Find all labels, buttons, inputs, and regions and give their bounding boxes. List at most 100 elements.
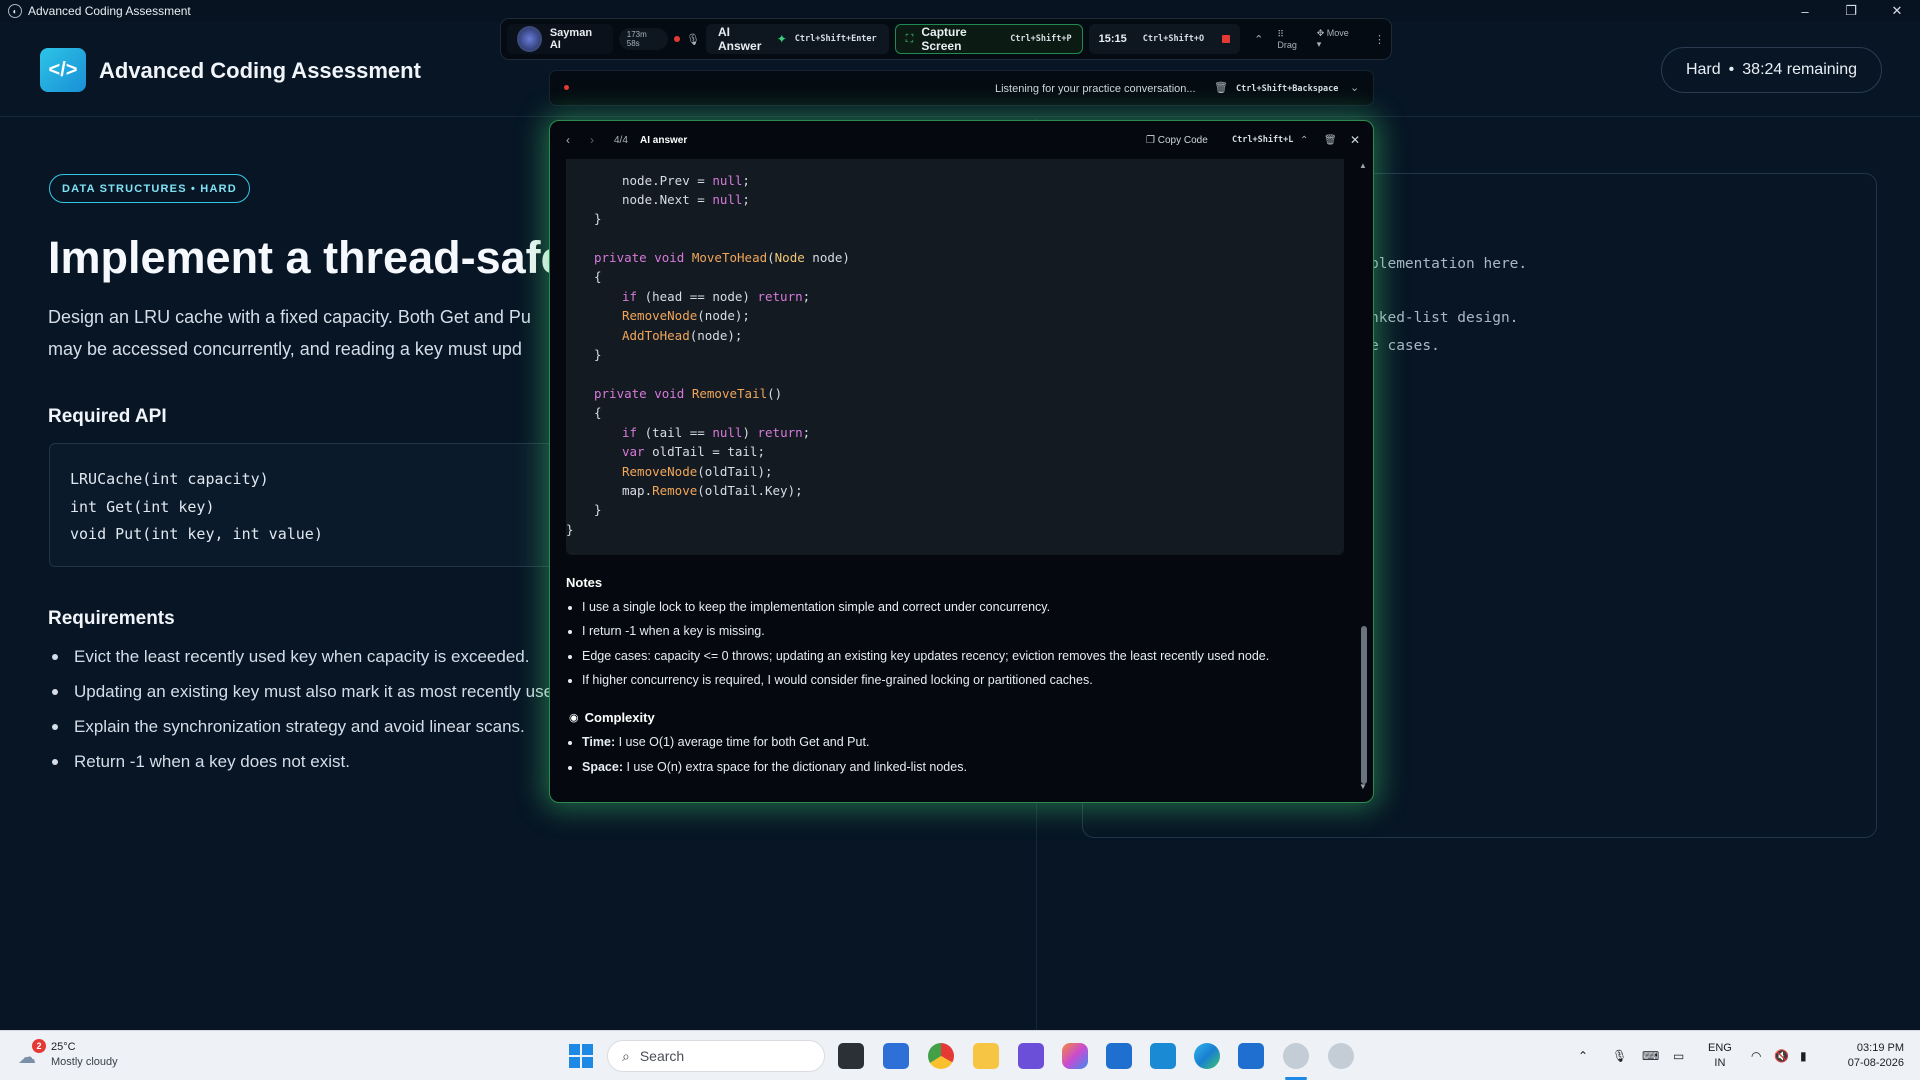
weather-widget[interactable]: ☁ 2 (18, 1039, 46, 1067)
copy-code-button[interactable]: ❐ Copy Code (1146, 135, 1208, 146)
code-line: } (566, 522, 574, 537)
code-line: } (594, 347, 602, 362)
time-remaining: 38:24 remaining (1742, 61, 1858, 78)
api-signature: int Get(int key) (70, 497, 215, 516)
code-line: } (594, 211, 602, 226)
microphone-tray-icon[interactable]: 🎙 (1612, 1031, 1627, 1080)
drag-handle[interactable]: ⠿ Drag (1277, 29, 1304, 50)
restore-button[interactable]: ❐ (1828, 0, 1874, 22)
chevron-down-icon[interactable]: ⌄ (1350, 81, 1359, 94)
wifi-icon[interactable]: ◠ (1751, 1031, 1761, 1080)
capture-shortcut: Ctrl+Shift+P (1010, 34, 1072, 44)
region-code: IN (1714, 1057, 1726, 1069)
chrome-profile-icon[interactable] (1283, 1043, 1309, 1069)
editor-line: e cases. (1370, 338, 1440, 354)
close-button[interactable]: ✕ (1874, 0, 1920, 22)
chrome-profile-icon[interactable] (1328, 1043, 1354, 1069)
vscode-icon[interactable] (1150, 1043, 1176, 1069)
code-line: private void MoveToHead(Node node) (594, 250, 850, 265)
ai-answer-shortcut: Ctrl+Shift+Enter (794, 34, 877, 44)
task-view-icon[interactable] (838, 1043, 864, 1069)
copy-shortcut: Ctrl+Shift+L (1232, 135, 1294, 145)
display-icon[interactable]: ▭ (1673, 1031, 1684, 1080)
language-indicator[interactable]: ENG IN (1708, 1031, 1732, 1080)
clock-segment[interactable]: 15:15 Ctrl+Shift+O (1088, 24, 1241, 54)
chevron-up-icon[interactable]: ⌃ (1254, 33, 1263, 46)
clock-tray[interactable]: 03:19 PM 07-08-2026 (1836, 1031, 1904, 1080)
capture-label: Capture Screen (921, 25, 967, 53)
weather-desc: Mostly cloudy (51, 1056, 118, 1068)
weather-text[interactable]: 25°C Mostly cloudy (51, 1040, 118, 1070)
code-line: { (594, 269, 602, 284)
collapse-icon[interactable]: ⌃ (1300, 135, 1308, 146)
answer-counter: 4/4 (614, 134, 628, 146)
more-options-icon[interactable]: ⋮ (1374, 33, 1385, 46)
chrome-icon[interactable] (928, 1043, 954, 1069)
notes-heading: Notes (566, 575, 603, 590)
close-panel-icon[interactable]: ✕ (1350, 133, 1360, 147)
time-text: I use O(1) average time for both Get and… (615, 735, 870, 749)
page-title: Advanced Coding Assessment (99, 58, 421, 83)
capture-screen-button[interactable]: ⛶ Capture Screen Ctrl+Shift+P (894, 24, 1083, 54)
list-item: Explain the synchronization strategy and… (52, 717, 553, 752)
assistant-toolbar: Sayman AI 173m 58s 🎙 AI Answer ✦ Ctrl+Sh… (500, 18, 1392, 60)
api-heading: Required API (48, 406, 167, 427)
list-item: I return -1 when a key is missing. (568, 624, 765, 638)
ai-panel-title: AI answer (640, 134, 688, 146)
ai-panel-header: ‹ › 4/4 AI answer ❐ Copy Code Ctrl+Shift… (550, 121, 1373, 159)
notification-badge: 2 (32, 1039, 46, 1053)
outlook-icon[interactable] (1106, 1043, 1132, 1069)
scroll-up-icon[interactable]: ▲ (1359, 161, 1367, 170)
keyboard-icon[interactable]: ⌨ (1642, 1031, 1659, 1080)
file-explorer-icon[interactable] (973, 1043, 999, 1069)
editor-line: nked-list design. (1370, 310, 1519, 326)
search-icon: ⌕ (622, 1047, 630, 1064)
capture-icon: ⛶ (905, 32, 914, 45)
remote-desktop-icon[interactable] (1238, 1043, 1264, 1069)
ai-answer-button[interactable]: AI Answer ✦ Ctrl+Shift+Enter (706, 24, 889, 54)
problem-description-line: Design an LRU cache with a fixed capacit… (48, 307, 531, 327)
microphone-icon[interactable]: 🎙 (686, 33, 700, 46)
minimize-button[interactable]: – (1782, 0, 1828, 22)
trash-icon[interactable]: 🗑 (1214, 81, 1228, 94)
list-item: Edge cases: capacity <= 0 throws; updati… (567, 649, 1270, 663)
complexity-icon: ◉ (569, 712, 579, 724)
api-signature: LRUCache(int capacity) (70, 470, 269, 488)
show-hidden-icons-icon[interactable]: ⌃ (1578, 1031, 1588, 1080)
api-signature: void Put(int key, int value) (70, 525, 323, 543)
taskbar-search[interactable]: ⌕ Search (607, 1040, 825, 1072)
sparkle-icon: ✦ (776, 32, 787, 46)
category-badge: DATA STRUCTURES • HARD (49, 174, 250, 203)
edge-icon[interactable] (1194, 1043, 1220, 1069)
list-item: If higher concurrency is required, I wou… (568, 673, 1093, 687)
problem-description-line: may be accessed concurrently, and readin… (48, 339, 522, 359)
code-block[interactable]: node.Prev = null; node.Next = null; } pr… (566, 159, 1344, 555)
editor-line: plementation here. (1370, 256, 1528, 272)
widgets-icon[interactable] (883, 1043, 909, 1069)
code-line: { (594, 405, 602, 420)
list-item: I use a single lock to keep the implemen… (567, 600, 1051, 614)
delete-icon[interactable]: 🗑 (1324, 135, 1337, 146)
battery-icon[interactable]: ▮ (1800, 1031, 1807, 1080)
api-code-box: LRUCache(int capacity) int Get(int key) … (49, 443, 569, 567)
code-line: if (head == node) return; (622, 289, 811, 304)
tray-date: 07-08-2026 (1847, 1057, 1904, 1069)
next-answer-icon[interactable]: › (590, 133, 594, 147)
drag-icon: ⠿ (1277, 28, 1284, 39)
code-logo-icon: </> (40, 48, 86, 92)
stop-icon[interactable] (1222, 35, 1231, 43)
prev-answer-icon[interactable]: ‹ (566, 133, 570, 147)
drag-label: Drag (1277, 39, 1297, 50)
clear-shortcut: Ctrl+Shift+Backspace (1236, 84, 1339, 94)
move-button[interactable]: ✥ Move ▾ (1317, 28, 1354, 50)
volume-muted-icon[interactable]: 🔇 (1774, 1031, 1789, 1080)
teams-icon[interactable] (1018, 1043, 1044, 1069)
time-label: Time: (582, 735, 616, 749)
scrollbar-thumb[interactable] (1361, 626, 1367, 784)
requirements-list: Evict the least recently used key when c… (52, 647, 553, 787)
list-item: Time: I use O(1) average time for both G… (567, 735, 870, 749)
start-button[interactable] (569, 1044, 593, 1068)
copilot-icon[interactable] (1062, 1043, 1088, 1069)
tray-time: 03:19 PM (1856, 1042, 1904, 1054)
code-line: private void RemoveTail() (594, 386, 783, 401)
